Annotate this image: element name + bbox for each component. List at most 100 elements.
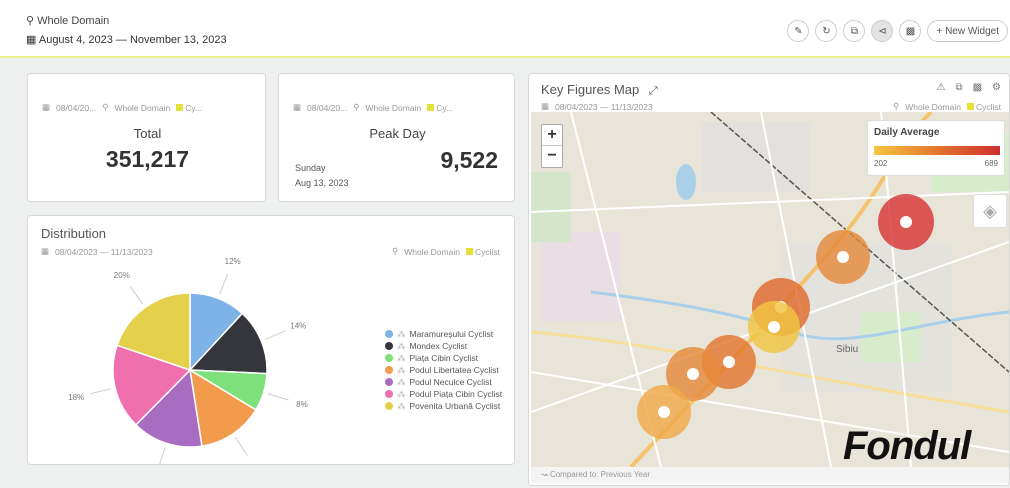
pie-leader-line (267, 393, 289, 401)
legend-label: Povenita Urbană Cyclist (409, 401, 501, 411)
expand-icon[interactable]: ⤢ (649, 85, 658, 97)
map-marker-center (900, 216, 912, 228)
calendar-icon: ▦ (541, 101, 550, 111)
counter-icon: ⁂ (397, 400, 406, 411)
distribution-card: Distribution ▦ 08/04/2023 — 11/13/2023 ⚲ W… (27, 215, 515, 465)
card-meta-right: ⚲ Whole Domain Cyclist (391, 246, 500, 257)
peak-label: Peak Day (369, 126, 426, 141)
location-icon: ⚲ (353, 102, 360, 112)
filter-swatch (465, 247, 473, 255)
pie-leader-line (89, 388, 112, 395)
counter-icon: ⁂ (397, 376, 406, 387)
legend-label: Podul Piața Cibin Cyclist (409, 389, 503, 399)
map-title: Key Figures Map ⤢ (541, 82, 658, 97)
legend-item[interactable]: ⁂ Mondex Cyclist (385, 340, 502, 352)
map-marker-center (658, 406, 670, 418)
legend-item[interactable]: ⁂ Maramureșului Cyclist (385, 328, 502, 340)
new-widget-button[interactable]: + New Widget (927, 20, 1008, 42)
pie-slice-label: 8% (296, 400, 308, 409)
counter-icon: ⁂ (397, 352, 406, 363)
pie-slice-label: 12% (225, 257, 241, 266)
map-marker-center (723, 356, 735, 368)
calendar-icon: ▦ (26, 34, 37, 46)
pie-slice-label: 18% (68, 393, 84, 402)
copy-icon[interactable]: ⧉ (955, 82, 962, 93)
legend-swatch (385, 342, 393, 350)
counter-icon: ⁂ (397, 364, 406, 375)
filter-swatch (966, 102, 974, 110)
pie-leader-line (264, 330, 286, 340)
legend-label: Piața Cibin Cyclist (409, 353, 479, 363)
pie-slice-label: 20% (114, 271, 130, 280)
counter-icon: ⁂ (397, 388, 406, 399)
legend-min: 202 (874, 159, 888, 168)
zoom-in-button[interactable]: + (542, 125, 562, 146)
legend-item[interactable]: ⁂ Podul Piața Cibin Cyclist (385, 388, 502, 400)
legend-item[interactable]: ⁂ Podul Neculce Cyclist (385, 376, 502, 388)
distribution-title: Distribution (41, 226, 107, 241)
zoom-control: + − (541, 124, 563, 168)
location-icon: ⚲ (892, 101, 900, 111)
trash-icon[interactable]: ▩ (899, 20, 922, 42)
pie-legend: ⁂ Maramureșului Cyclist ⁂ Mondex Cyclist ⁂ Pi… (385, 328, 502, 412)
pie-leader-line (219, 273, 229, 295)
daily-average-legend: Daily Average 202 689 (867, 120, 1005, 176)
location-icon: ⚲ (391, 246, 399, 256)
map-marker-center (687, 368, 699, 380)
map-canvas[interactable]: Sibiu + − Daily Average 202 689 ◈ (531, 112, 1009, 467)
zoom-out-button[interactable]: − (542, 146, 562, 167)
peak-value: 9,522 (440, 147, 498, 173)
gradient-bar (874, 146, 1000, 155)
total-label: Total (133, 126, 162, 141)
map-marker-center (837, 251, 849, 263)
date-range[interactable]: ▦ August 4, 2023 — November 13, 2023 (26, 33, 227, 46)
chart-icon: ↝ (541, 470, 548, 479)
warning-icon[interactable]: ⚠ (936, 82, 945, 93)
legend-item[interactable]: ⁂ Podul Libertatea Cyclist (385, 364, 502, 376)
counter-icon: ⁂ (397, 340, 406, 351)
layers-icon: ◈ (983, 200, 997, 221)
pie-leader-line (129, 286, 144, 305)
pie-slice-label: 14% (290, 322, 306, 331)
legend-label: Mondex Cyclist (409, 341, 468, 351)
card-meta: ▦ 08/04/20... ⚲ Whole Domain Cy... (293, 102, 454, 113)
scope-title: ⚲ Whole Domain (26, 15, 110, 27)
total-card: ▦ 08/04/20... ⚲ Whole Domain Cy... Total 3… (27, 73, 266, 202)
watermark-text: Fondul (843, 424, 971, 468)
calendar-icon: ▦ (42, 102, 51, 112)
peak-weekday: Sunday (295, 163, 326, 173)
legend-item[interactable]: ⁂ Piața Cibin Cyclist (385, 352, 502, 364)
counter-icon: ⁂ (397, 328, 406, 339)
refresh-icon[interactable]: ↻ (815, 20, 838, 42)
pie-chart: 12%14%8%14%15%18%20% (68, 257, 308, 464)
legend-label: Podul Neculce Cyclist (409, 377, 492, 387)
copy-icon[interactable]: ⧉ (843, 20, 866, 42)
legend-swatch (385, 354, 393, 362)
card-meta: ▦ 08/04/2023 — 11/13/2023 (541, 101, 653, 112)
location-icon: ⚲ (102, 102, 109, 112)
legend-swatch (385, 330, 393, 338)
dashboard-header: ⚲ Whole Domain ▦ August 4, 2023 — Novemb… (0, 0, 1010, 58)
card-meta-right: ⚲ Whole Domain Cyclist (892, 101, 1001, 112)
layers-button[interactable]: ◈ (973, 194, 1007, 228)
legend-item[interactable]: ⁂ Povenita Urbană Cyclist (385, 400, 502, 412)
legend-swatch (385, 390, 393, 398)
pie-leader-line (234, 436, 248, 456)
peak-date: Aug 13, 2023 (295, 178, 349, 188)
total-value: 351,217 (105, 146, 190, 172)
pie-slice-label: 14% (247, 463, 263, 464)
peak-day-card: ▦ 08/04/20... ⚲ Whole Domain Cy... Peak Da… (278, 73, 515, 202)
legend-label: Maramureșului Cyclist (409, 329, 494, 339)
gear-icon[interactable]: ⚙ (992, 82, 1001, 93)
legend-max: 689 (984, 159, 998, 168)
legend-swatch (385, 402, 393, 410)
calendar-icon: ▦ (293, 102, 302, 112)
card-meta: ▦ 08/04/20... ⚲ Whole Domain Cy... (42, 102, 203, 113)
map-marker-center (768, 321, 780, 333)
toolbar: ✎ ↻ ⧉ ⊲ ▩ + New Widget (787, 20, 1008, 42)
pencil-icon[interactable]: ✎ (787, 20, 810, 42)
share-icon[interactable]: ⊲ (871, 20, 894, 42)
filter-swatch (427, 103, 435, 111)
legend-swatch (385, 366, 393, 374)
trash-icon[interactable]: ▩ (973, 82, 982, 93)
